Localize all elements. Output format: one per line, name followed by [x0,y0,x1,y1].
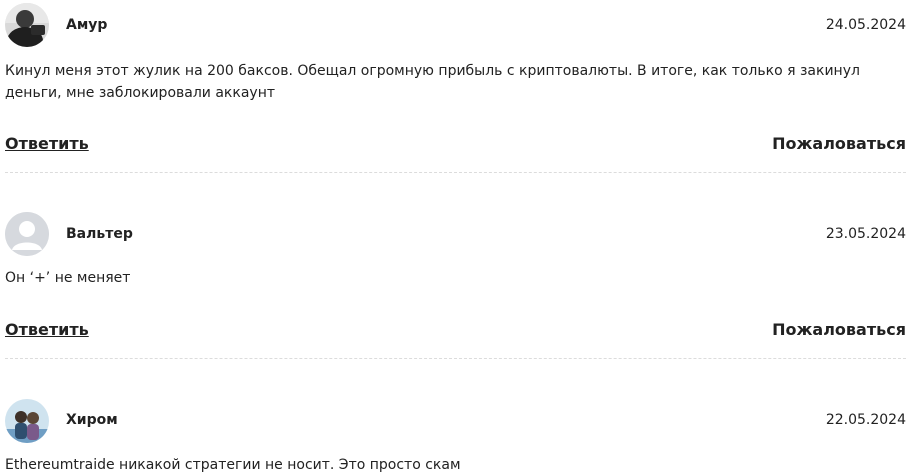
report-link[interactable]: Пожаловаться [772,320,906,339]
comment-text: Он ‘+’ не меняет [5,270,131,286]
divider [5,358,906,359]
user-photo-icon [5,3,49,47]
user-photo-icon [5,399,49,443]
divider [5,172,906,173]
avatar [5,212,49,256]
comment-author: Амур [66,17,108,33]
avatar [5,399,49,443]
comment-text: Ethereumtraide никакой стратегии не носи… [5,457,461,473]
default-user-icon [5,212,49,256]
report-link[interactable]: Пожаловаться [772,134,906,153]
comment-date: 23.05.2024 [825,226,906,242]
comment-date: 24.05.2024 [825,17,906,33]
comment-text: Кинул меня этот жулик на 200 баксов. Обе… [5,63,860,101]
comment-date: 22.05.2024 [825,412,906,428]
reply-link[interactable]: Ответить [5,134,89,153]
comment-author: Вальтер [66,226,133,242]
reply-link[interactable]: Ответить [5,320,89,339]
avatar [5,3,49,47]
comment-author: Хиром [66,412,118,428]
